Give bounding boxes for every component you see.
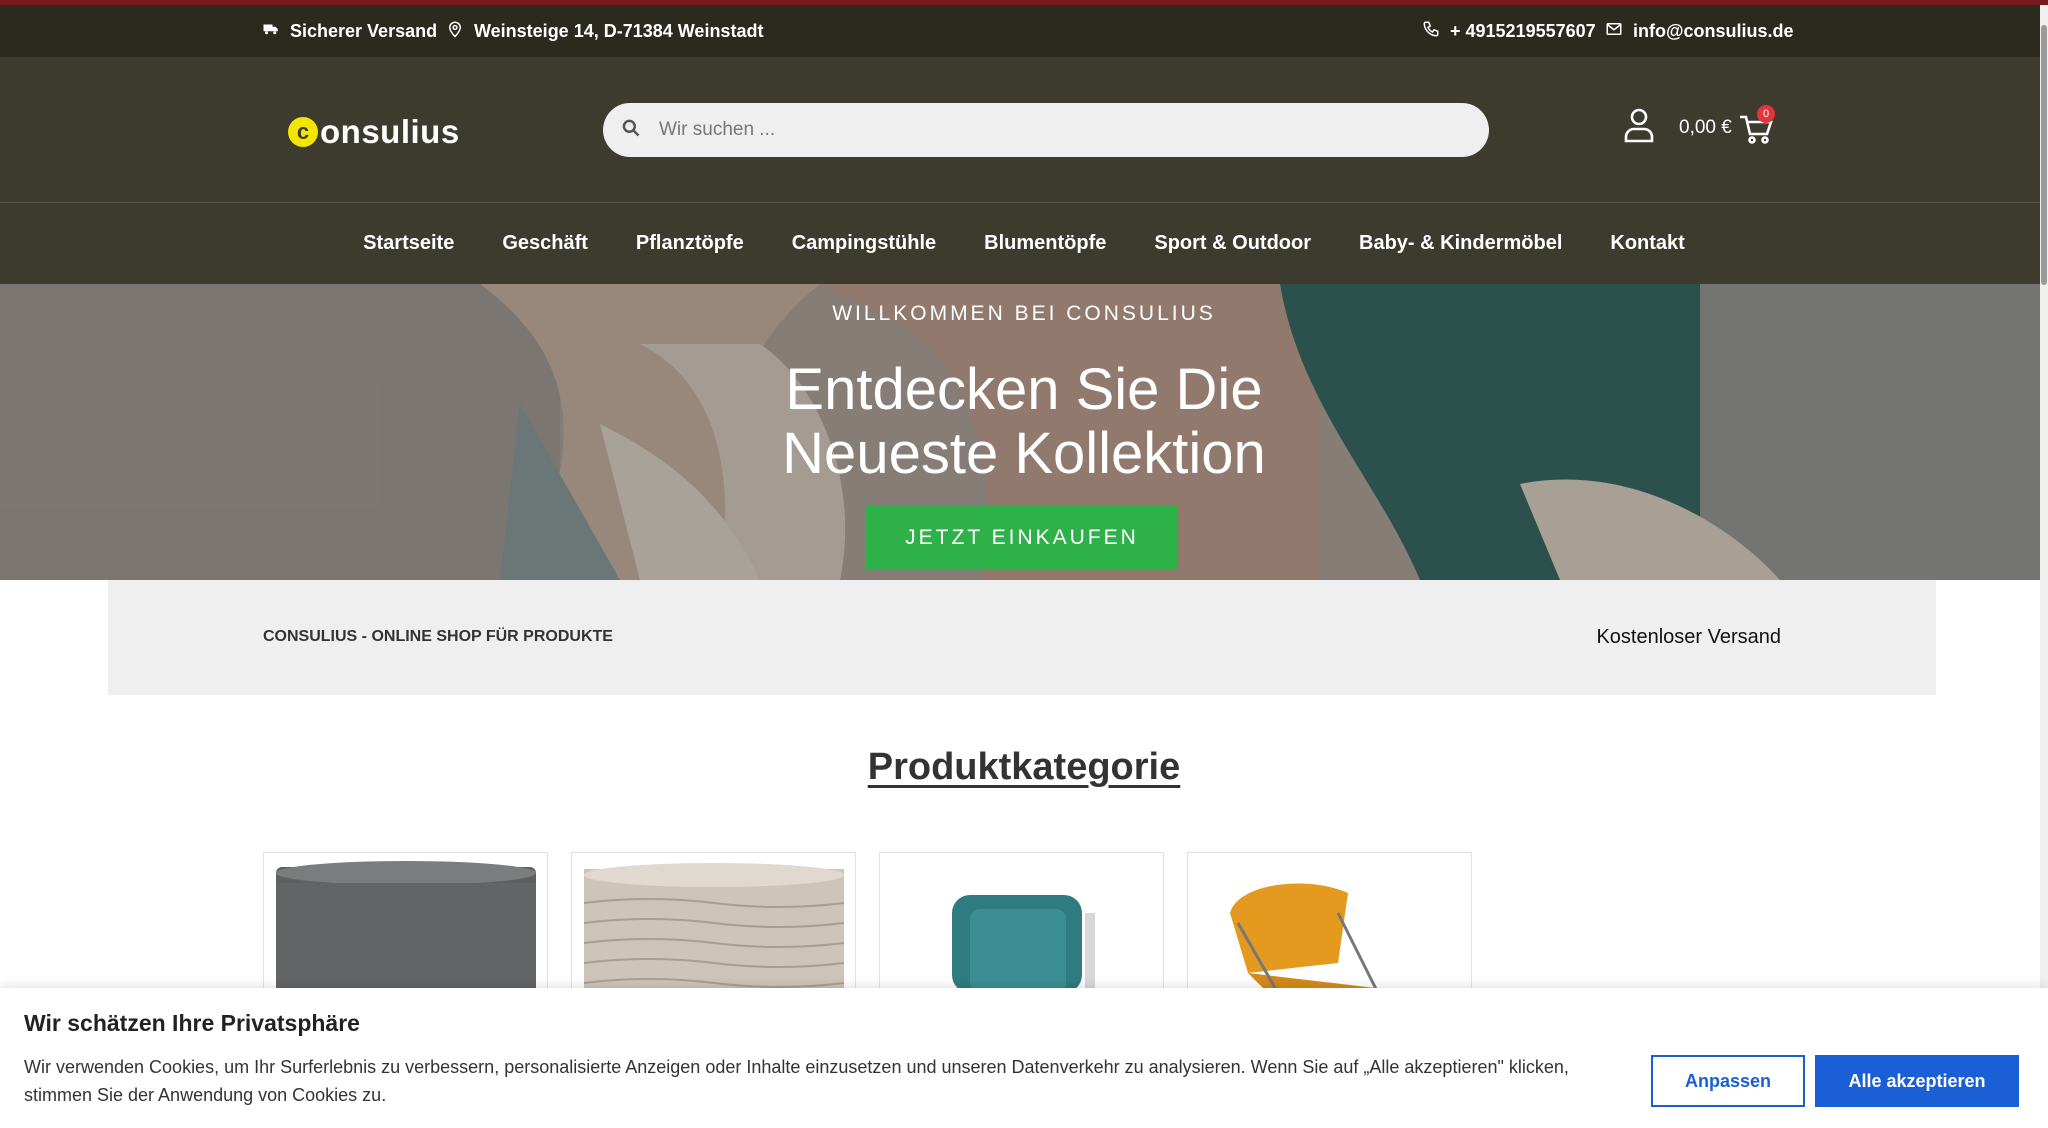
address-info: Weinsteige 14, D-71384 Weinstadt (446, 5, 763, 57)
nav-item-startseite[interactable]: Startseite (339, 232, 478, 255)
camping-chair-image (952, 895, 1095, 991)
category-card[interactable] (571, 852, 856, 992)
nav-item-baby-kindermoebel[interactable]: Baby- & Kindermöbel (1335, 232, 1586, 255)
cart-total[interactable]: 0,00 € (1679, 117, 1732, 139)
nav-item-campingstuehle[interactable]: Campingstühle (768, 232, 960, 255)
nav-item-blumentoepfe[interactable]: Blumentöpfe (960, 232, 1130, 255)
phone-icon (1422, 20, 1440, 43)
shipping-text: Sicherer Versand (290, 20, 438, 41)
category-card[interactable] (879, 852, 1164, 992)
hero-banner: WILLKOMMEN BEI CONSULIUS Entdecken Sie D… (0, 284, 2048, 580)
phone-link[interactable]: + 4915219557607 (1422, 5, 1596, 57)
site-header: c onsulius 0,00 € 0 (0, 57, 2048, 202)
planter-textured-image (583, 863, 845, 991)
category-card[interactable] (263, 852, 548, 992)
search-icon[interactable] (621, 118, 641, 143)
logo-text: onsulius (320, 113, 460, 150)
email-link[interactable]: info@consulius.de (1605, 5, 1794, 57)
mail-icon (1605, 20, 1623, 43)
map-pin-icon (446, 20, 464, 43)
free-shipping-note: Kostenloser Versand (1596, 626, 1781, 648)
shopping-cart-icon (1738, 115, 1774, 149)
main-nav: Startseite Geschäft Pflanztöpfe Campings… (0, 202, 2048, 284)
nav-item-sport-outdoor[interactable]: Sport & Outdoor (1130, 232, 1335, 255)
product-category-heading[interactable]: Produktkategorie (0, 746, 2048, 789)
nav-item-geschaeft[interactable]: Geschäft (478, 232, 612, 255)
hero-kicker: WILLKOMMEN BEI CONSULIUS (832, 302, 1216, 325)
shipping-info: Sicherer Versand (262, 5, 437, 57)
hero-headline: Entdecken Sie Die Neueste Kollektion (0, 358, 2048, 486)
account-button[interactable] (1622, 107, 1656, 143)
search-input[interactable] (659, 119, 1439, 141)
phone-text: + 4915219557607 (1450, 20, 1596, 41)
truck-icon (262, 20, 280, 43)
search-bar (603, 103, 1489, 157)
cookie-text: Wir verwenden Cookies, um Ihr Surferlebn… (24, 1057, 1569, 1105)
accept-all-cookies-button[interactable]: Alle akzeptieren (1815, 1055, 2019, 1107)
address-text: Weinsteige 14, D-71384 Weinstadt (474, 20, 764, 41)
user-icon (1622, 108, 1656, 147)
info-band: CONSULIUS - ONLINE SHOP FÜR PRODUKTE Kos… (108, 580, 1936, 695)
nav-item-kontakt[interactable]: Kontakt (1586, 232, 1708, 255)
scrollbar-thumb[interactable] (2041, 25, 2047, 285)
category-card[interactable] (1187, 852, 1472, 992)
cookie-title: Wir schätzen Ihre Privatsphäre (24, 1010, 360, 1036)
site-logo[interactable]: c onsulius (288, 113, 460, 151)
nav-item-pflanztoepfe[interactable]: Pflanztöpfe (612, 232, 768, 255)
customize-cookies-button[interactable]: Anpassen (1651, 1055, 1805, 1107)
hero-headline-line-2: Neueste Kollektion (782, 421, 1266, 486)
email-text: info@consulius.de (1633, 20, 1794, 41)
planter-grey-image (276, 861, 536, 991)
top-info-bar: Sicherer Versand Weinsteige 14, D-71384 … (0, 5, 2048, 57)
logo-mark: c (288, 117, 318, 147)
shop-now-button[interactable]: JETZT EINKAUFEN (866, 506, 1178, 570)
cookie-banner: Wir schätzen Ihre Privatsphäre Wir verwe… (0, 988, 2048, 1128)
folding-chair-image (1230, 883, 1401, 991)
page-scrollbar[interactable] (2040, 5, 2048, 988)
cart-count-badge: 0 (1757, 105, 1775, 123)
shop-tagline: CONSULIUS - ONLINE SHOP FÜR PRODUKTE (263, 628, 613, 645)
hero-headline-line-1: Entdecken Sie Die (785, 357, 1263, 422)
